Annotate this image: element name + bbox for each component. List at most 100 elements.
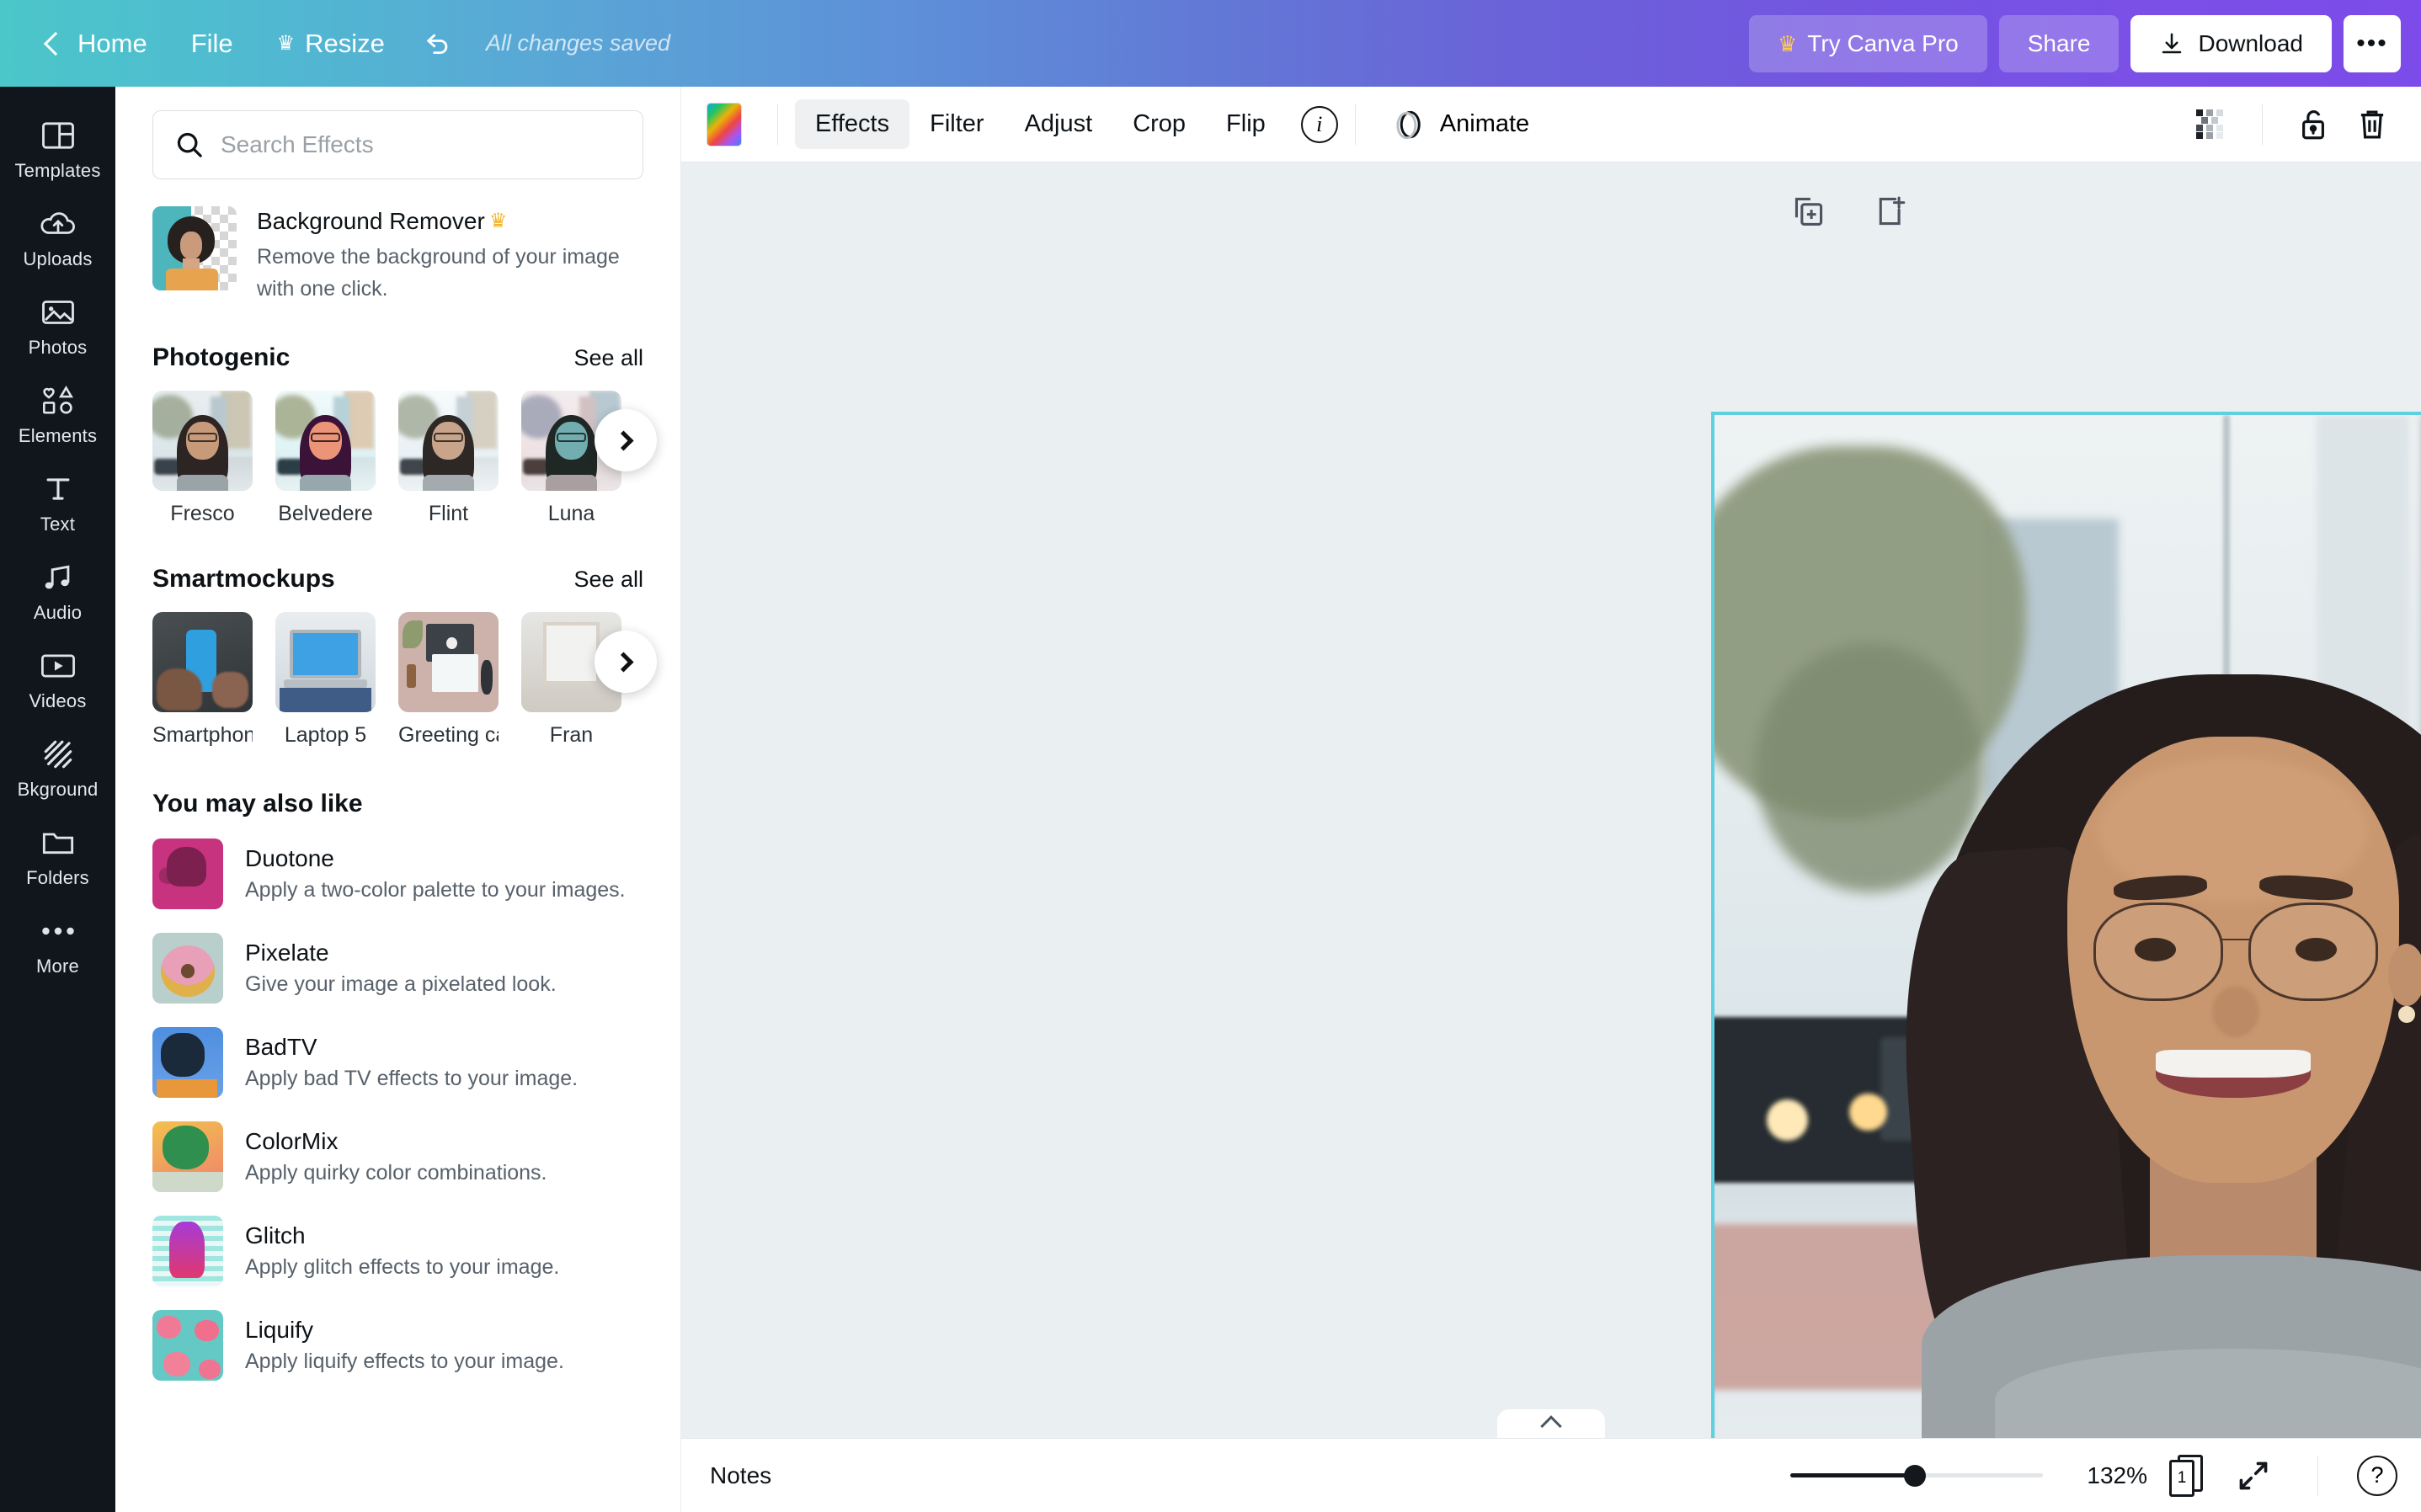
sidebar-item-templates[interactable]: Templates: [0, 105, 115, 194]
smartmockups-next-button[interactable]: [595, 631, 657, 693]
effect-description: Apply bad TV effects to your image.: [245, 1067, 579, 1090]
add-page-icon[interactable]: [1868, 188, 1915, 235]
tab-label: Crop: [1133, 110, 1187, 137]
unlock-icon[interactable]: [2288, 99, 2338, 150]
tab-label: Effects: [815, 110, 890, 137]
list-item[interactable]: Pixelate Give your image a pixelated loo…: [152, 933, 643, 1004]
mockup-label: Fran: [549, 723, 594, 747]
mockup-card[interactable]: Greeting car...: [398, 612, 499, 748]
page-manager-button[interactable]: 1: [2169, 1454, 2206, 1497]
effect-description: Give your image a pixelated look.: [245, 972, 557, 996]
sidebar-item-folders[interactable]: Folders: [0, 812, 115, 901]
tab-flip[interactable]: Flip: [1206, 99, 1286, 149]
effect-thumbnail: [152, 1027, 223, 1098]
photogenic-see-all[interactable]: See all: [573, 345, 643, 371]
top-header-bar: Home File ♛ Resize All changes saved ♛ T…: [0, 0, 2421, 87]
collapse-panel-button[interactable]: [1497, 1409, 1605, 1438]
background-remover-title-row: Background Remover ♛: [257, 208, 643, 235]
info-icon[interactable]: i: [1300, 105, 1338, 143]
photogenic-carousel: Fresco Belvedere Flint Luna: [152, 391, 657, 526]
list-item[interactable]: BadTV Apply bad TV effects to your image…: [152, 1027, 643, 1098]
effect-card[interactable]: Belvedere: [275, 391, 376, 526]
animate-button[interactable]: Animate: [1373, 96, 1548, 153]
effects-panel: Search Effects Background Remover ♛ Remo…: [115, 87, 681, 1512]
undo-button[interactable]: [407, 19, 469, 68]
resize-label: Resize: [305, 28, 385, 58]
tab-crop[interactable]: Crop: [1112, 99, 1206, 149]
sidebar-item-videos[interactable]: Videos: [0, 636, 115, 724]
list-item[interactable]: Liquify Apply liquify effects to your im…: [152, 1310, 643, 1381]
toolbar-divider: [777, 104, 778, 145]
effect-thumbnail: [152, 1216, 223, 1286]
zoom-slider[interactable]: [1790, 1459, 2043, 1493]
list-item[interactable]: Glitch Apply glitch effects to your imag…: [152, 1216, 643, 1286]
sidebar-item-elements[interactable]: Elements: [0, 370, 115, 459]
zoom-slider-handle[interactable]: [1904, 1464, 1926, 1487]
effect-card[interactable]: Fresco: [152, 391, 253, 526]
crown-icon: ♛: [276, 31, 296, 55]
chevron-up-icon: [1540, 1415, 1562, 1437]
mockup-thumbnail: [152, 612, 253, 712]
sidebar-item-background[interactable]: Bkground: [0, 724, 115, 812]
list-item[interactable]: ColorMix Apply quirky color combinations…: [152, 1121, 643, 1192]
background-remover-thumbnail: [152, 206, 237, 290]
search-input[interactable]: Search Effects: [152, 110, 643, 179]
effect-name: Glitch: [245, 1222, 306, 1248]
background-remover-text: Background Remover ♛ Remove the backgrou…: [257, 206, 643, 305]
help-button[interactable]: ?: [2357, 1455, 2397, 1496]
sidebar-item-audio[interactable]: Audio: [0, 547, 115, 636]
file-menu-button[interactable]: File: [169, 17, 255, 71]
list-item-text: BadTV Apply bad TV effects to your image…: [245, 1034, 578, 1091]
effects-panel-content: Search Effects Background Remover ♛ Remo…: [115, 87, 680, 1381]
tab-effects[interactable]: Effects: [795, 99, 910, 149]
effect-card[interactable]: Flint: [398, 391, 499, 526]
smartmockups-cards: Smartphone 2 Laptop 5: [152, 612, 643, 748]
effect-label: Luna: [547, 502, 595, 525]
trash-icon[interactable]: [2347, 99, 2397, 150]
try-canva-pro-button[interactable]: ♛ Try Canva Pro: [1748, 14, 1987, 72]
transparency-icon[interactable]: [2186, 99, 2237, 150]
editor-body: Templates Uploads Photos Elements Text A…: [0, 87, 2421, 1512]
crown-icon: ♛: [1777, 30, 1798, 56]
sidebar-item-uploads[interactable]: Uploads: [0, 194, 115, 282]
try-pro-label: Try Canva Pro: [1807, 29, 1959, 56]
tab-label: Adjust: [1024, 110, 1093, 137]
mockup-thumbnail: [398, 612, 499, 712]
share-button[interactable]: Share: [1998, 14, 2120, 72]
statusbar-divider: [2317, 1455, 2318, 1496]
photos-icon: [39, 295, 77, 329]
crown-icon: ♛: [488, 210, 508, 232]
more-options-button[interactable]: •••: [2344, 14, 2401, 72]
effect-label: Belvedere: [278, 502, 373, 525]
photogenic-next-button[interactable]: [595, 409, 657, 471]
canvas-workspace: + Add page: [681, 162, 2421, 1438]
duplicate-page-icon[interactable]: [1785, 188, 1832, 235]
tab-filter[interactable]: Filter: [909, 99, 1004, 149]
download-button[interactable]: Download: [2130, 14, 2332, 72]
tab-adjust[interactable]: Adjust: [1005, 99, 1113, 149]
design-canvas-page[interactable]: [1711, 412, 2421, 1438]
videos-icon: [39, 649, 77, 683]
background-remover-item[interactable]: Background Remover ♛ Remove the backgrou…: [152, 206, 643, 305]
expand-icon[interactable]: [2228, 1451, 2279, 1501]
sidebar-item-text[interactable]: Text: [0, 459, 115, 547]
you-may-also-like-title: You may also like: [152, 790, 363, 817]
sidebar-label: Uploads: [23, 248, 93, 269]
list-item[interactable]: Duotone Apply a two-color palette to you…: [152, 839, 643, 909]
effect-thumbnail: [152, 1121, 223, 1192]
resize-button[interactable]: ♛ Resize: [255, 17, 407, 71]
notes-button[interactable]: Notes: [710, 1462, 771, 1489]
selected-image-element[interactable]: [1714, 415, 2421, 1438]
sidebar-item-more[interactable]: More: [0, 901, 115, 989]
mockup-card[interactable]: Laptop 5: [275, 612, 376, 748]
color-swatch-button[interactable]: [707, 102, 742, 146]
effect-thumbnail: [152, 933, 223, 1004]
templates-icon: [39, 119, 77, 152]
smartmockups-carousel: Smartphone 2 Laptop 5: [152, 612, 657, 748]
home-button[interactable]: Home: [25, 17, 169, 71]
toolbar-divider: [2262, 104, 2263, 145]
sidebar-label: Audio: [33, 602, 83, 623]
mockup-card[interactable]: Smartphone 2: [152, 612, 253, 748]
sidebar-item-photos[interactable]: Photos: [0, 282, 115, 370]
smartmockups-see-all[interactable]: See all: [573, 567, 643, 593]
